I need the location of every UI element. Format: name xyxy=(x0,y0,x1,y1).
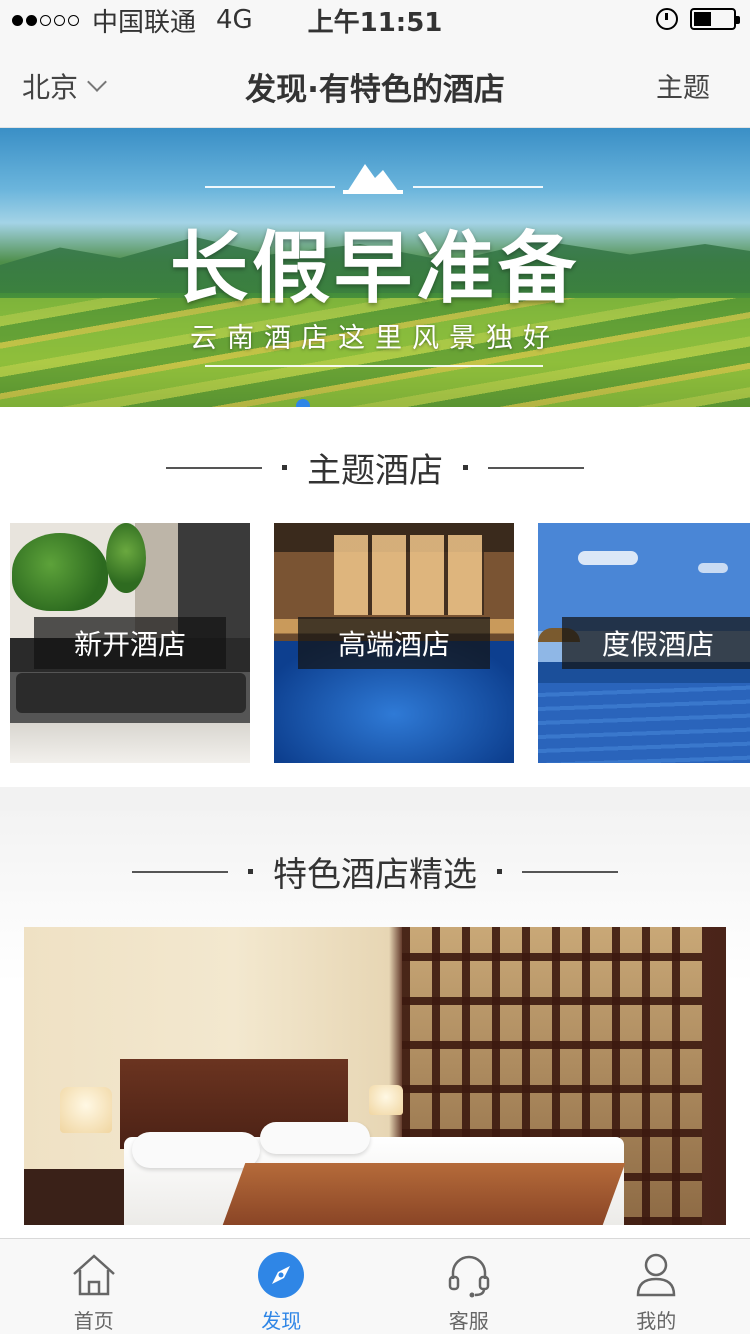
card-label: 度假酒店 xyxy=(562,617,750,669)
tab-profile[interactable]: 我的 xyxy=(563,1239,750,1334)
theme-card-new[interactable]: 新开酒店 xyxy=(10,523,250,763)
tab-home[interactable]: 首页 xyxy=(0,1239,188,1334)
navigation-bar: 北京 发现·有特色的酒店 主题 xyxy=(0,40,750,128)
status-time: 上午11:51 xyxy=(307,7,443,38)
featured-hotel-image[interactable] xyxy=(24,927,726,1225)
card-label: 高端酒店 xyxy=(298,617,490,669)
alarm-icon xyxy=(656,8,678,30)
carousel-indicator xyxy=(296,399,310,407)
theme-button[interactable]: 主题 xyxy=(656,66,710,105)
tab-discover[interactable]: 发现 xyxy=(188,1239,376,1334)
mountain-icon xyxy=(343,164,403,194)
tab-label: 我的 xyxy=(636,1309,677,1333)
card-label: 新开酒店 xyxy=(34,617,226,669)
featured-heading: 特色酒店精选 xyxy=(273,855,477,895)
featured-hotels-section: 特色酒店精选 xyxy=(0,811,750,1241)
page-title: 发现·有特色的酒店 xyxy=(245,72,505,108)
compass-icon xyxy=(255,1251,307,1299)
tab-bar: 首页 发现 客服 我的 xyxy=(0,1238,750,1334)
banner-title: 长假早准备 xyxy=(169,223,580,314)
tab-service[interactable]: 客服 xyxy=(375,1239,563,1334)
section-heading: 主题酒店 xyxy=(0,443,750,492)
theme-hotels-section: 主题酒店 新开酒店 高端酒店 度假酒店 xyxy=(0,407,750,787)
promo-banner[interactable]: 长假早准备 云南酒店这里风景独好 xyxy=(0,128,750,407)
theme-card-luxury[interactable]: 高端酒店 xyxy=(274,523,514,763)
banner-subtitle: 云南酒店这里风景独好 xyxy=(190,323,560,354)
section-heading: 特色酒店精选 xyxy=(0,847,750,896)
tab-label: 首页 xyxy=(73,1309,114,1333)
status-bar: 中国联通 4G 上午11:51 xyxy=(0,0,750,40)
tab-label: 客服 xyxy=(448,1309,489,1333)
battery-icon xyxy=(690,8,740,30)
theme-heading: 主题酒店 xyxy=(307,451,443,491)
headset-icon xyxy=(443,1251,495,1299)
user-icon xyxy=(630,1251,682,1299)
theme-card-resort[interactable]: 度假酒店 xyxy=(538,523,750,763)
home-icon xyxy=(68,1251,120,1299)
tab-label: 发现 xyxy=(261,1309,302,1333)
